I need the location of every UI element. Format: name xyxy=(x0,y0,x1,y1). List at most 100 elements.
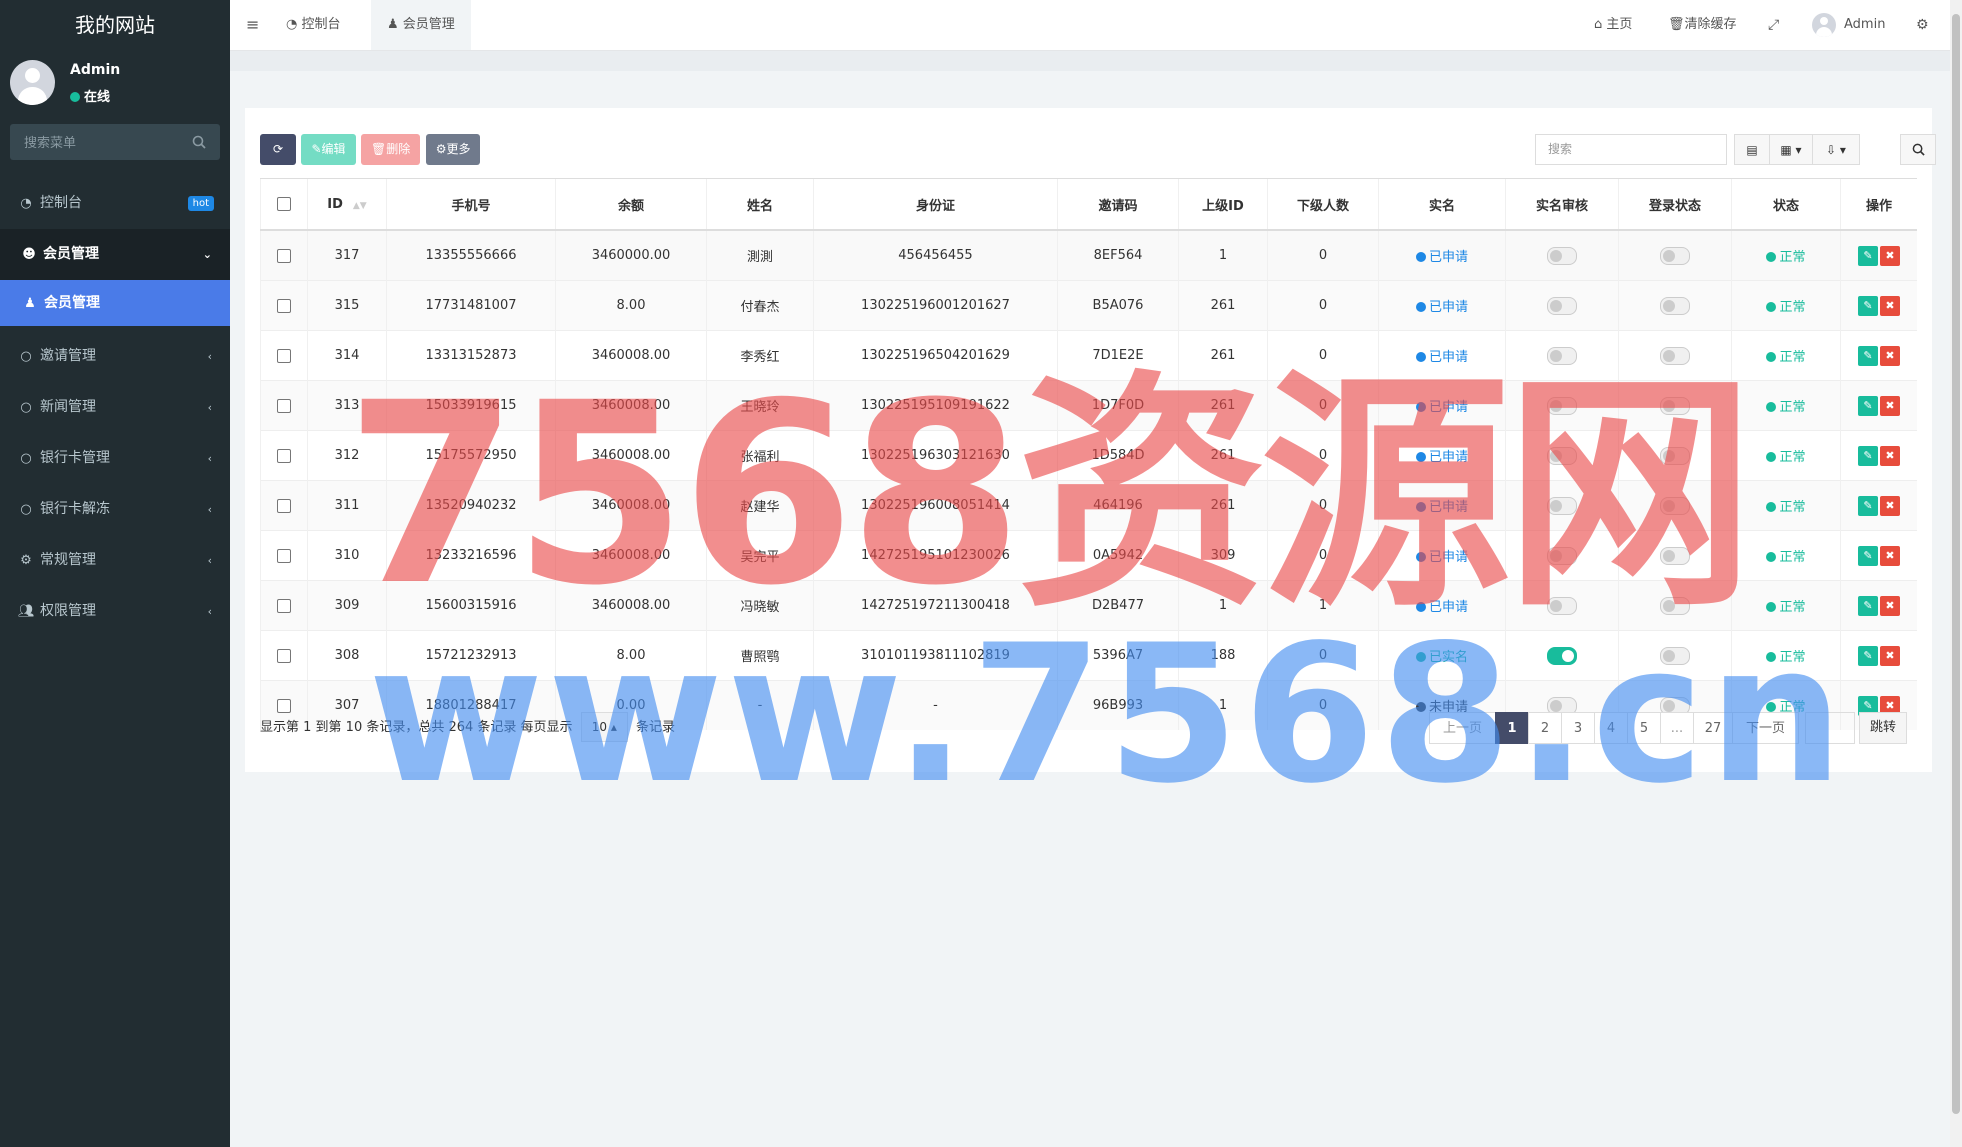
delete-row-button[interactable]: ✖ xyxy=(1880,495,1900,516)
login-status-toggle[interactable] xyxy=(1660,496,1690,515)
tab-dashboard[interactable]: ◔ 控制台 xyxy=(270,0,357,50)
page-2[interactable]: 2 xyxy=(1528,712,1562,744)
menu-search-input[interactable] xyxy=(10,124,196,162)
delete-row-button[interactable]: ✖ xyxy=(1880,395,1900,416)
cell-login-toggle[interactable] xyxy=(1618,229,1732,281)
admin-menu[interactable]: Admin xyxy=(1812,0,1885,50)
tab-member[interactable]: ♟ 会员管理 xyxy=(371,0,471,50)
page-jump-input[interactable] xyxy=(1805,712,1855,744)
settings-icon[interactable]: ⚙ xyxy=(1916,0,1929,50)
row-checkbox[interactable] xyxy=(260,229,308,281)
edit-row-button[interactable]: ✎ xyxy=(1858,645,1878,666)
cell-login-toggle[interactable] xyxy=(1618,480,1732,531)
cell-realname[interactable]: 已申请 xyxy=(1378,380,1506,431)
cell-realname[interactable]: 已申请 xyxy=(1378,530,1506,581)
page-1[interactable]: 1 xyxy=(1495,712,1529,744)
cell-login-toggle[interactable] xyxy=(1618,530,1732,581)
cell-login-toggle[interactable] xyxy=(1618,280,1732,331)
realname-audit-toggle[interactable] xyxy=(1547,346,1577,365)
page-5[interactable]: 5 xyxy=(1627,712,1661,744)
prev-page-button[interactable]: 上一页 xyxy=(1429,712,1496,744)
row-checkbox[interactable] xyxy=(260,330,308,381)
login-status-toggle[interactable] xyxy=(1660,346,1690,365)
edit-row-button[interactable]: ✎ xyxy=(1858,245,1878,266)
page-3[interactable]: 3 xyxy=(1561,712,1595,744)
select-all-checkbox[interactable] xyxy=(260,178,308,231)
row-checkbox[interactable] xyxy=(260,530,308,581)
row-checkbox[interactable] xyxy=(260,380,308,431)
more-button[interactable]: ⚙更多 xyxy=(425,134,481,165)
home-link[interactable]: ⌂ 主页 xyxy=(1594,0,1632,50)
login-status-toggle[interactable] xyxy=(1660,596,1690,615)
row-checkbox[interactable] xyxy=(260,580,308,631)
scrollbar-thumb[interactable] xyxy=(1952,14,1960,1114)
cell-audit-toggle[interactable] xyxy=(1505,580,1619,631)
delete-row-button[interactable]: ✖ xyxy=(1880,295,1900,316)
sidebar-item-dashboard[interactable]: ◔ 控制台 hot xyxy=(0,178,230,229)
row-checkbox[interactable] xyxy=(260,630,308,681)
clear-cache-button[interactable]: 🗑︎清除缓存 xyxy=(1668,0,1737,50)
col-id[interactable]: ID ▲▼ xyxy=(307,178,387,231)
edit-row-button[interactable]: ✎ xyxy=(1858,395,1878,416)
realname-audit-toggle[interactable] xyxy=(1547,296,1577,315)
cell-audit-toggle[interactable] xyxy=(1505,380,1619,431)
menu-toggle-icon[interactable]: ≡ xyxy=(246,0,270,50)
login-status-toggle[interactable] xyxy=(1660,396,1690,415)
login-status-toggle[interactable] xyxy=(1660,546,1690,565)
cell-realname[interactable]: 已实名 xyxy=(1378,630,1506,681)
page-size-select[interactable]: 10 ▴ xyxy=(580,712,628,742)
realname-audit-toggle[interactable] xyxy=(1547,396,1577,415)
realname-audit-toggle[interactable] xyxy=(1547,546,1577,565)
page-4[interactable]: 4 xyxy=(1594,712,1628,744)
cell-audit-toggle[interactable] xyxy=(1505,480,1619,531)
realname-audit-toggle[interactable] xyxy=(1547,596,1577,615)
edit-row-button[interactable]: ✎ xyxy=(1858,295,1878,316)
cell-audit-toggle[interactable] xyxy=(1505,530,1619,581)
delete-row-button[interactable]: ✖ xyxy=(1880,645,1900,666)
delete-row-button[interactable]: ✖ xyxy=(1880,445,1900,466)
edit-button[interactable]: ✎编辑 xyxy=(301,134,356,165)
realname-audit-toggle[interactable] xyxy=(1547,246,1577,265)
realname-audit-toggle[interactable] xyxy=(1547,496,1577,515)
delete-row-button[interactable]: ✖ xyxy=(1880,345,1900,366)
edit-row-button[interactable]: ✎ xyxy=(1858,545,1878,566)
cell-login-toggle[interactable] xyxy=(1618,380,1732,431)
cell-audit-toggle[interactable] xyxy=(1505,280,1619,331)
cell-realname[interactable]: 已申请 xyxy=(1378,480,1506,531)
columns-dropdown-icon[interactable]: ▦ ▾ xyxy=(1769,134,1813,165)
cell-realname[interactable]: 已申请 xyxy=(1378,330,1506,381)
sidebar-item-invite[interactable]: ○ 邀请管理 ‹ xyxy=(0,331,230,382)
toggle-view-icon[interactable]: ▤ xyxy=(1734,134,1770,165)
cell-login-toggle[interactable] xyxy=(1618,580,1732,631)
search-icon[interactable] xyxy=(192,135,206,149)
export-dropdown-icon[interactable]: ⇩ ▾ xyxy=(1812,134,1860,165)
table-search-input[interactable]: 搜索 xyxy=(1535,134,1727,165)
refresh-button[interactable]: ⟳ xyxy=(260,134,296,165)
login-status-toggle[interactable] xyxy=(1660,446,1690,465)
cell-realname[interactable]: 已申请 xyxy=(1378,430,1506,481)
table-search-button[interactable] xyxy=(1900,134,1936,165)
delete-row-button[interactable]: ✖ xyxy=(1880,545,1900,566)
sidebar-item-general[interactable]: ⚙ 常规管理 ‹ xyxy=(0,535,230,586)
fullscreen-icon[interactable]: ⤢ xyxy=(1768,0,1779,50)
site-brand[interactable]: 我的网站 xyxy=(0,0,230,50)
cell-realname[interactable]: 已申请 xyxy=(1378,280,1506,331)
cell-login-toggle[interactable] xyxy=(1618,330,1732,381)
sidebar-item-news[interactable]: ○ 新闻管理 ‹ xyxy=(0,382,230,433)
cell-realname[interactable]: 已申请 xyxy=(1378,229,1506,281)
page-jump-button[interactable]: 跳转 xyxy=(1859,712,1908,744)
realname-audit-toggle[interactable] xyxy=(1547,646,1577,665)
edit-row-button[interactable]: ✎ xyxy=(1858,495,1878,516)
login-status-toggle[interactable] xyxy=(1660,296,1690,315)
delete-row-button[interactable]: ✖ xyxy=(1880,595,1900,616)
row-checkbox[interactable] xyxy=(260,430,308,481)
sidebar-item-member[interactable]: ♟ 会员管理 xyxy=(0,280,230,326)
cell-audit-toggle[interactable] xyxy=(1505,430,1619,481)
sidebar-item-bankcard[interactable]: ○ 银行卡管理 ‹ xyxy=(0,433,230,484)
row-checkbox[interactable] xyxy=(260,280,308,331)
page-scrollbar[interactable] xyxy=(1950,0,1962,1147)
sidebar-item-permission[interactable]: 👥︎ 权限管理 ‹ xyxy=(0,586,230,637)
sidebar-item-member-group[interactable]: ☻ 会员管理 ⌄ xyxy=(0,229,230,280)
cell-login-toggle[interactable] xyxy=(1618,630,1732,681)
cell-audit-toggle[interactable] xyxy=(1505,229,1619,281)
